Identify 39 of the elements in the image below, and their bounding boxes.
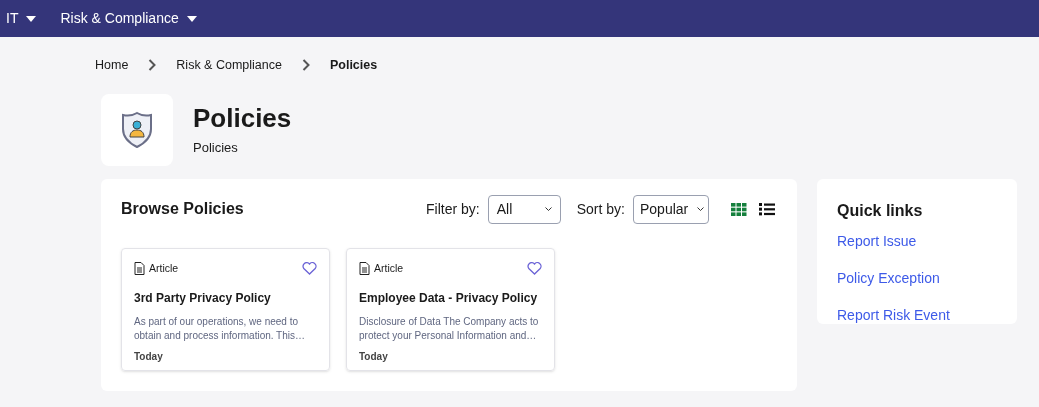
section-title: Browse Policies — [121, 199, 244, 220]
breadcrumb-link[interactable]: Risk & Compliance — [176, 56, 282, 75]
chevron-down-icon — [544, 206, 552, 212]
breadcrumb-link[interactable]: Policies — [329, 56, 378, 75]
card-title: Employee Data - Privacy Policy — [359, 289, 539, 307]
card-excerpt: As part of our operations, we need to obtain and process information. This… — [134, 314, 306, 343]
policy-card[interactable]: Article Employee Data - Privacy Policy Disclosure of Data The Company acts to protect your Personal Information and… Today — [346, 247, 555, 371]
caret-icon — [26, 15, 37, 22]
page-title: Policies — [193, 101, 292, 135]
list-view-button[interactable] — [757, 200, 777, 218]
card-title: 3rd Party Privacy Policy — [134, 289, 272, 307]
card-type: Article — [149, 260, 179, 276]
nav-menu[interactable]: Risk & Compliance — [60, 8, 197, 29]
breadcrumb-link[interactable]: Home — [95, 56, 129, 75]
document-icon — [359, 262, 370, 276]
card-date: Today — [359, 349, 389, 364]
shield-user-icon — [121, 110, 153, 149]
nav-menu[interactable]: IT — [6, 8, 37, 29]
chevron-down-icon — [697, 206, 704, 212]
caret-icon — [186, 15, 197, 22]
card-date: Today — [134, 349, 164, 364]
heart-icon[interactable] — [527, 262, 542, 276]
card-type: Article — [374, 260, 404, 276]
quick-link[interactable]: Report Issue — [837, 230, 997, 252]
sort-dropdown[interactable]: Popular — [633, 194, 709, 224]
chevron-icon — [148, 59, 157, 72]
grid-view-button[interactable] — [729, 200, 749, 218]
filter-label: Filter by: — [426, 199, 480, 219]
policy-card[interactable]: Article 3rd Party Privacy Policy As part of our operations, we need to obtain and process information. This… Today — [121, 247, 330, 371]
quick-links-title: Quick links — [837, 200, 924, 221]
document-icon — [134, 262, 145, 276]
quick-link[interactable]: Policy Exception — [837, 267, 997, 289]
filter-dropdown[interactable]: All — [487, 194, 561, 224]
sort-label: Sort by: — [576, 199, 625, 219]
page-subtitle: Policies — [193, 139, 239, 158]
quick-link[interactable]: Report Risk Event — [837, 304, 997, 326]
card-excerpt: Disclosure of Data The Company acts to protect your Personal Information and… — [359, 314, 540, 343]
heart-icon[interactable] — [302, 262, 317, 276]
chevron-icon — [301, 59, 310, 72]
